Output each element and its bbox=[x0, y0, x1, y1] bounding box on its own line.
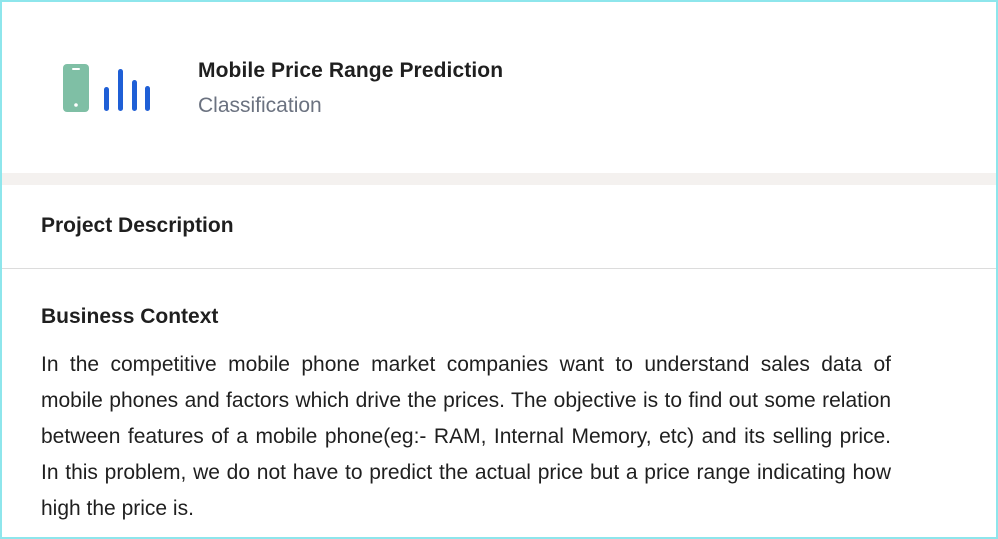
business-context-text: In the competitive mobile phone market c… bbox=[41, 353, 891, 520]
project-title: Mobile Price Range Prediction bbox=[198, 59, 504, 82]
business-context-heading: Business Context bbox=[41, 305, 219, 328]
phone-bar-chart-icon bbox=[63, 64, 150, 112]
project-category: Classification bbox=[198, 94, 322, 117]
project-description-header: Project Description bbox=[2, 185, 996, 269]
section-title: Project Description bbox=[41, 214, 234, 237]
project-card: Mobile Price Range Prediction Classifica… bbox=[0, 0, 998, 539]
project-header: Mobile Price Range Prediction Classifica… bbox=[2, 2, 996, 173]
section-divider-band bbox=[2, 173, 996, 185]
